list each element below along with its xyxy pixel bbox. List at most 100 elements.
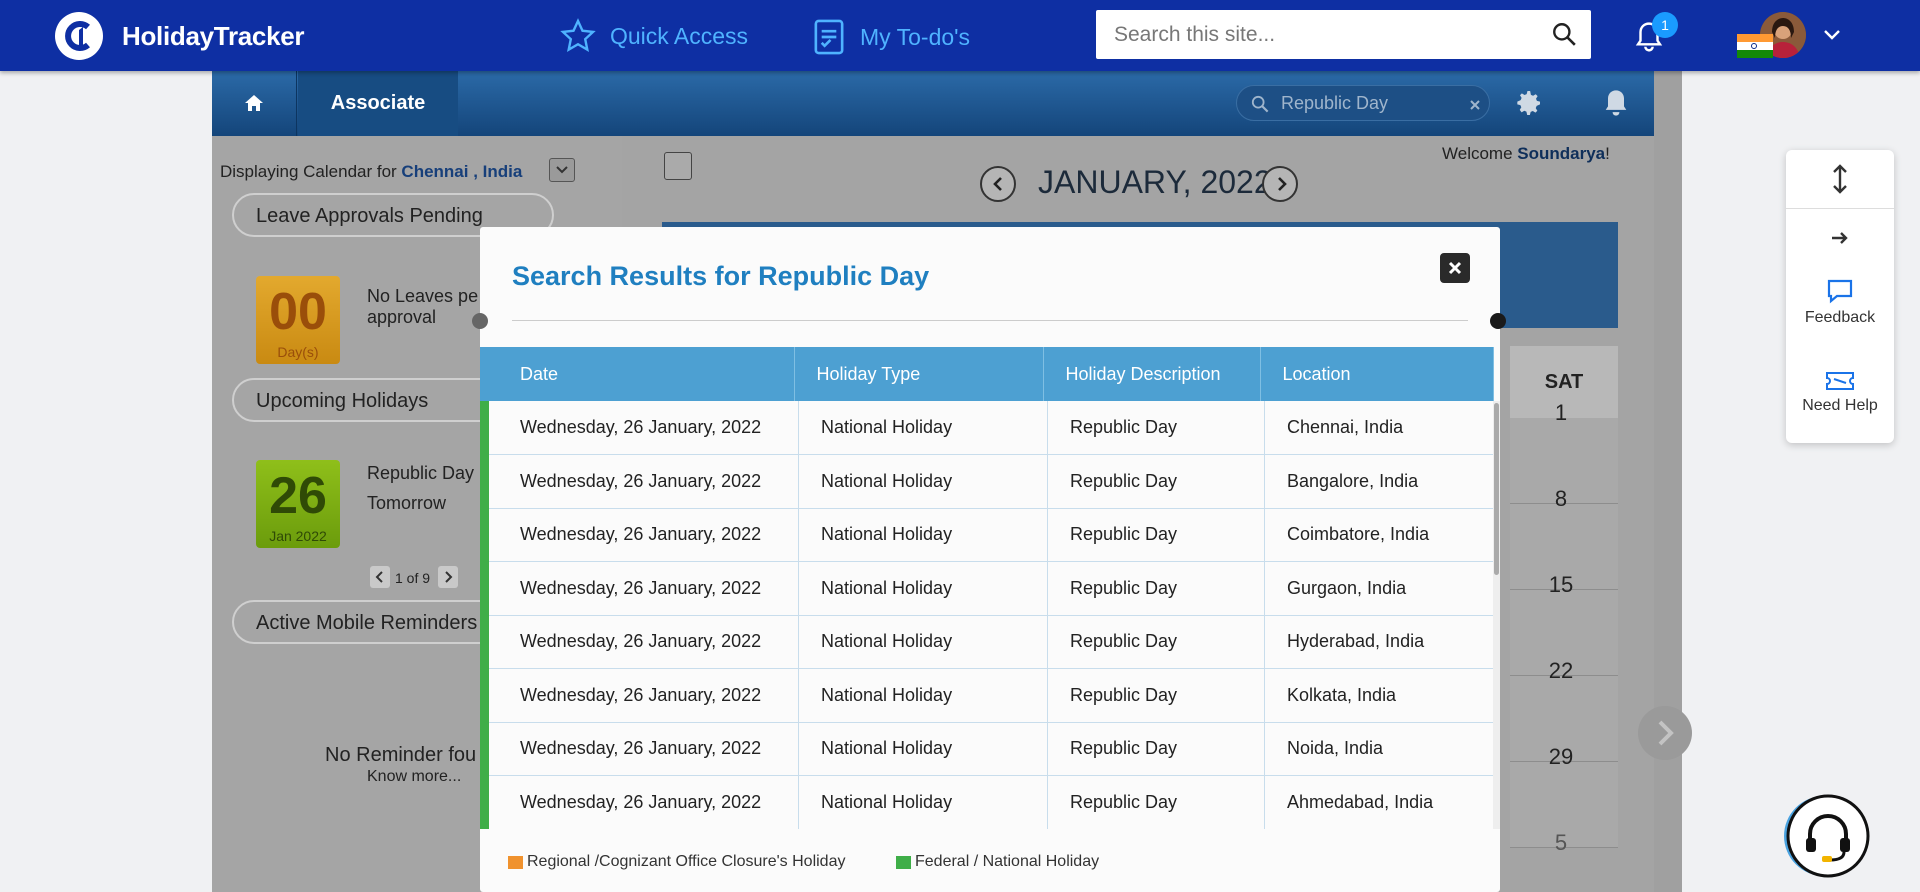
legend-regional: Regional /Cognizant Office Closure's Hol…	[508, 853, 845, 871]
brand-name[interactable]: HolidayTracker	[122, 21, 305, 52]
cell-location: Bangalore, India	[1264, 454, 1493, 509]
know-more-link[interactable]: Know more...	[367, 768, 461, 786]
feedback-label: Feedback	[1804, 309, 1876, 326]
scrollbar-thumb[interactable]	[1494, 403, 1499, 575]
feedback-button[interactable]: Feedback	[1786, 278, 1894, 327]
table-row[interactable]: Wednesday, 26 January, 2022 National Holi…	[480, 722, 1493, 776]
modal-title: Search Results for Republic Day	[512, 261, 930, 291]
cell-description: Republic Day	[1047, 775, 1265, 829]
table-row[interactable]: Wednesday, 26 January, 2022 National Holi…	[480, 401, 1493, 455]
star-icon	[560, 18, 596, 53]
welcome-user: Soundarya	[1517, 144, 1606, 163]
table-row[interactable]: Wednesday, 26 January, 2022 National Holi…	[480, 615, 1493, 669]
table-row[interactable]: Wednesday, 26 January, 2022 National Holi…	[480, 668, 1493, 723]
calendar-month-title: JANUARY, 2022	[1038, 164, 1272, 200]
calendar-date: 15	[1548, 572, 1574, 597]
no-reminder-text: No Reminder fou	[325, 744, 477, 766]
cell-location: Gurgaon, India	[1264, 561, 1493, 616]
cell-description: Republic Day	[1047, 561, 1265, 616]
next-month-button[interactable]	[1262, 166, 1298, 202]
table-row[interactable]: Wednesday, 26 January, 2022 National Holi…	[480, 508, 1493, 562]
chevron-left-icon	[375, 571, 383, 583]
holiday-search-input[interactable]: Republic Day	[1236, 85, 1490, 121]
holidaytracker-logo[interactable]	[55, 12, 103, 60]
leave-count-unit: Day(s)	[277, 344, 319, 360]
my-todos-link[interactable]: My To-do's	[812, 18, 970, 56]
close-icon	[1448, 261, 1462, 275]
cell-date: Wednesday, 26 January, 2022	[480, 401, 799, 455]
chevron-down-icon[interactable]	[1822, 28, 1842, 42]
column-header-holiday-type[interactable]: Holiday Type	[794, 347, 1044, 401]
cell-date: Wednesday, 26 January, 2022	[480, 561, 799, 616]
welcome-suffix: !	[1605, 144, 1610, 163]
cell-location: Chennai, India	[1264, 401, 1493, 455]
column-header-date[interactable]: Date	[480, 347, 795, 401]
calendar-date: 29	[1548, 744, 1574, 769]
pager-label: 1 of 9	[395, 570, 431, 586]
bell-icon[interactable]	[1602, 87, 1630, 119]
arrow-right-icon[interactable]	[1830, 230, 1850, 246]
cell-holiday-type: National Holiday	[798, 561, 1048, 616]
cell-date: Wednesday, 26 January, 2022	[480, 775, 799, 829]
india-flag-icon	[1737, 34, 1773, 58]
calendar-next-arrow[interactable]	[1638, 706, 1692, 760]
column-header-location[interactable]: Location	[1260, 347, 1494, 401]
table-row[interactable]: Wednesday, 26 January, 2022 National Holi…	[480, 454, 1493, 509]
clear-icon[interactable]	[1469, 99, 1481, 111]
chevron-right-icon	[445, 571, 453, 583]
leave-status-text-1: No Leaves pe	[367, 286, 479, 306]
upcoming-holiday-tile[interactable]: 26 Jan 2022	[256, 460, 340, 548]
calendar-location[interactable]: Chennai , India	[401, 162, 522, 181]
tab-associate[interactable]: Associate	[298, 71, 458, 136]
pager-prev-button[interactable]	[370, 566, 390, 588]
cell-holiday-type: National Holiday	[798, 454, 1048, 509]
need-help-button[interactable]: Need Help	[1786, 370, 1894, 415]
calendar-date: 1	[1554, 400, 1568, 425]
cell-holiday-type: National Holiday	[798, 668, 1048, 723]
close-button[interactable]	[1440, 253, 1470, 283]
cell-date: Wednesday, 26 January, 2022	[480, 615, 799, 669]
search-icon[interactable]	[1551, 21, 1577, 47]
cell-date: Wednesday, 26 January, 2022	[480, 508, 799, 562]
display-prefix: Displaying Calendar for	[220, 162, 402, 181]
legend-national-swatch	[896, 855, 911, 869]
chevron-right-icon	[1278, 177, 1287, 191]
cell-location: Coimbatore, India	[1264, 508, 1493, 562]
results-table-body[interactable]: Wednesday, 26 January, 2022 National Holi…	[480, 401, 1493, 829]
title-divider	[512, 320, 1468, 321]
chevron-right-icon	[1658, 720, 1674, 746]
home-icon	[245, 95, 263, 111]
need-help-label: Need Help	[1802, 397, 1878, 414]
calendar-location-label: Displaying Calendar for Chennai , India	[220, 162, 522, 182]
cell-location: Noida, India	[1264, 722, 1493, 776]
cell-date: Wednesday, 26 January, 2022	[480, 454, 799, 509]
home-button[interactable]	[212, 71, 297, 136]
floating-side-panel: Feedback Need Help	[1786, 150, 1894, 443]
table-row[interactable]: Wednesday, 26 January, 2022 National Holi…	[480, 561, 1493, 616]
chevron-down-icon	[556, 166, 568, 174]
clipboard-checklist-icon	[814, 19, 844, 55]
legend-national-label: Federal / National Holiday	[915, 853, 1100, 870]
site-search-input[interactable]: Search this site...	[1096, 10, 1591, 59]
expand-vertical-icon[interactable]	[1830, 164, 1850, 194]
prev-month-button[interactable]	[980, 166, 1016, 202]
cell-description: Republic Day	[1047, 401, 1265, 455]
results-table-header: Date Holiday Type Holiday Description Lo…	[480, 347, 1494, 401]
holiday-search-value: Republic Day	[1281, 93, 1389, 113]
gear-icon[interactable]	[1512, 87, 1544, 119]
leave-count-tile: 00 Day(s)	[256, 276, 340, 364]
quick-access-link[interactable]: Quick Access	[560, 18, 748, 54]
calendar-icon[interactable]	[664, 152, 692, 180]
cell-holiday-type: National Holiday	[798, 615, 1048, 669]
location-dropdown-button[interactable]	[549, 158, 575, 182]
cell-description: Republic Day	[1047, 508, 1265, 562]
cell-holiday-type: National Holiday	[798, 401, 1048, 455]
panel-divider	[1786, 208, 1894, 209]
legend-regional-swatch	[508, 855, 523, 869]
table-row[interactable]: Wednesday, 26 January, 2022 National Holi…	[480, 775, 1493, 829]
cell-date: Wednesday, 26 January, 2022	[480, 668, 799, 723]
support-chat-button[interactable]	[1780, 790, 1872, 882]
pager-next-button[interactable]	[438, 566, 458, 588]
column-header-description[interactable]: Holiday Description	[1043, 347, 1261, 401]
top-navigation-bar: HolidayTracker Quick Access My To-do's S…	[0, 0, 1920, 71]
